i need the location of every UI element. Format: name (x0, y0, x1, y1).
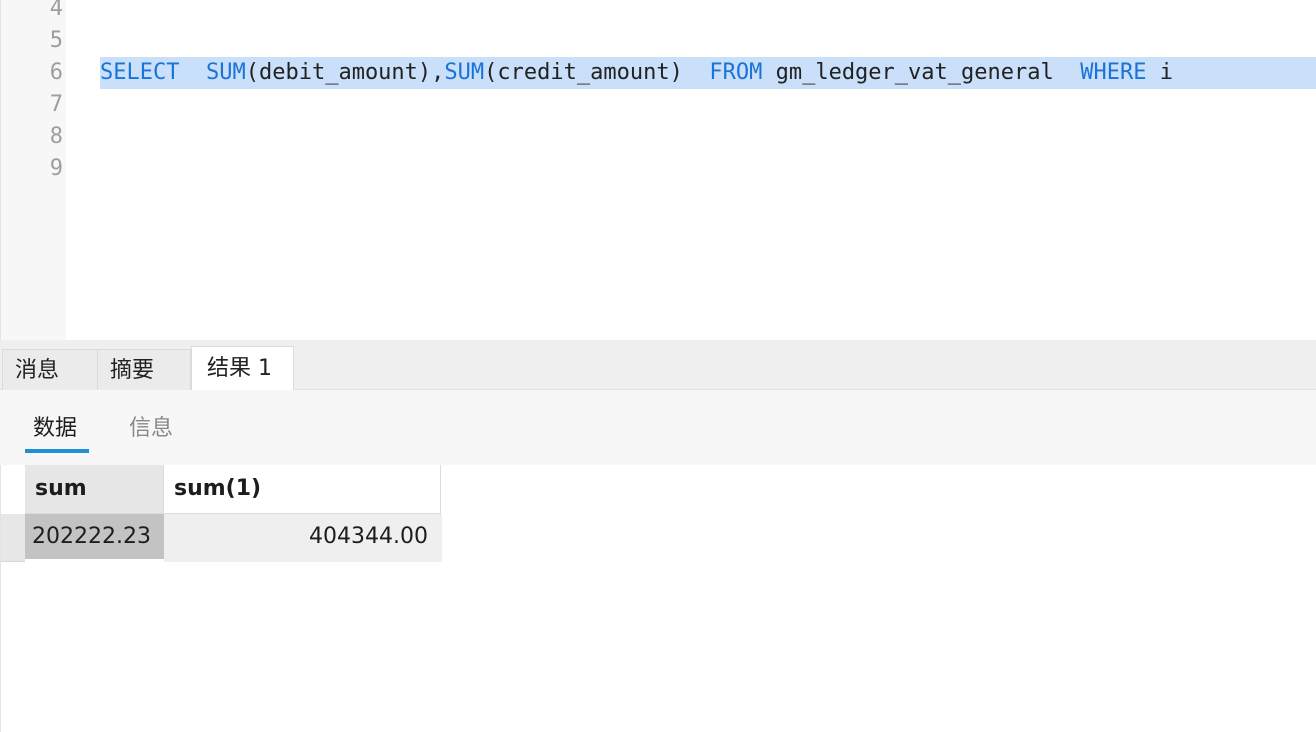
tab-summary[interactable]: 摘要 (97, 349, 191, 390)
sql-whitespace (179, 60, 206, 85)
line-number: 5 (49, 28, 63, 53)
grid-cell-selected[interactable]: 202222.23 (25, 514, 164, 562)
result-subtabs: 数据 信息 (0, 390, 1316, 465)
tab-result-1[interactable]: 结果 1 (191, 346, 294, 391)
sql-editor[interactable]: 4 5 6 7 8 9 SELECT SUM(debit_amount),SUM… (0, 0, 1316, 340)
active-subtab-indicator (25, 449, 89, 453)
sql-function: SUM (444, 60, 485, 85)
result-grid-area: sum sum(1) 202222.23 404344.00 (0, 465, 1316, 732)
subtab-info[interactable]: 信息 (129, 412, 173, 446)
sql-argument: (debit_amount), (245, 60, 445, 85)
line-number: 9 (49, 156, 63, 181)
column-header[interactable]: sum(1) (164, 465, 440, 513)
sql-keyword: SELECT (100, 60, 180, 85)
code-line-selected[interactable]: SELECT SUM(debit_amount),SUM(credit_amou… (100, 57, 1316, 89)
tab-messages[interactable]: 消息 (2, 349, 98, 390)
column-header[interactable]: sum (25, 465, 164, 513)
line-number-gutter: 4 5 6 7 8 9 (0, 0, 66, 340)
result-tab-strip: 消息 摘要 结果 1 (0, 340, 1316, 391)
grid-cell[interactable]: 404344.00 (164, 514, 442, 562)
sql-table-name: gm_ledger_vat_general (762, 60, 1081, 85)
table-row[interactable]: 202222.23 404344.00 (25, 514, 442, 562)
sql-argument: (credit_amount) (484, 60, 683, 85)
grid-header-row: sum sum(1) (25, 465, 441, 514)
subtab-data[interactable]: 数据 (33, 412, 77, 446)
code-area[interactable]: SELECT SUM(debit_amount),SUM(credit_amou… (66, 0, 1316, 340)
sql-keyword: WHERE (1080, 60, 1147, 85)
sql-keyword: FROM (709, 60, 763, 85)
line-number: 6 (49, 60, 63, 85)
line-number: 4 (49, 0, 63, 21)
navicat-query-window: 4 5 6 7 8 9 SELECT SUM(debit_amount),SUM… (0, 0, 1316, 732)
line-number: 7 (49, 92, 63, 117)
line-number: 8 (49, 124, 63, 149)
sql-text: i (1146, 60, 1173, 85)
row-selector[interactable] (1, 514, 25, 562)
sql-function: SUM (205, 60, 246, 85)
sql-whitespace (683, 60, 710, 85)
